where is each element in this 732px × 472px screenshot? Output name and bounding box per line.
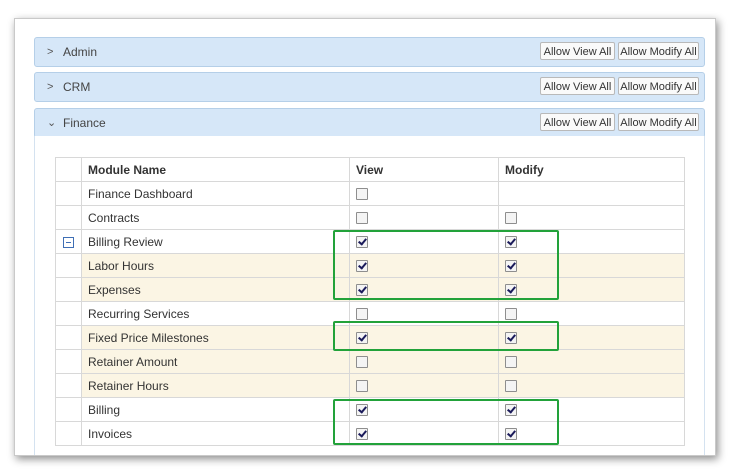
modify-checkbox[interactable] [505,332,517,345]
header-view: View [349,157,499,182]
permissions-table: Module Name View Modify Finance Dashboar… [55,157,685,446]
view-cell [349,373,499,398]
row-expand-cell [55,181,82,206]
row-expand-cell [55,373,82,398]
module-name-cell: Expenses [81,277,350,302]
module-name-cell: Recurring Services [81,301,350,326]
row-expand-cell [55,253,82,278]
view-cell [349,277,499,302]
section-title-finance: Finance [63,116,106,130]
module-name-cell: Billing Review [81,229,350,254]
table-row: Contracts [55,205,685,230]
module-name-cell: Contracts [81,205,350,230]
view-checkbox[interactable] [356,404,368,417]
header-module-name: Module Name [81,157,350,182]
view-cell [349,325,499,350]
modify-cell [498,325,685,350]
row-expand-cell [55,301,82,326]
table-header-row: Module Name View Modify [55,157,685,182]
table-row: Billing Review [55,229,685,254]
modify-checkbox[interactable] [505,380,517,393]
row-expand-cell [55,325,82,350]
module-name-cell: Fixed Price Milestones [81,325,350,350]
section-title-crm: CRM [63,80,91,94]
row-expand-cell [55,277,82,302]
table-row: Fixed Price Milestones [55,325,685,350]
table-row: Expenses [55,277,685,302]
module-name-cell: Finance Dashboard [81,181,350,206]
allow-modify-all-button-admin[interactable]: Allow Modify All [618,42,699,60]
modify-cell [498,205,685,230]
row-expand-cell [55,205,82,230]
view-checkbox[interactable] [356,236,368,249]
view-checkbox[interactable] [356,188,368,201]
view-cell [349,301,499,326]
table-row: Labor Hours [55,253,685,278]
allow-modify-all-button-crm[interactable]: Allow Modify All [618,77,699,95]
header-modify: Modify [498,157,685,182]
table-row: Retainer Hours [55,373,685,398]
view-checkbox[interactable] [356,308,368,321]
modify-checkbox[interactable] [505,356,517,369]
section-finance[interactable]: ⌄ Finance Allow View All Allow Modify Al… [34,108,705,138]
section-admin[interactable]: > Admin Allow View All Allow Modify All [34,37,705,67]
chevron-right-icon[interactable]: > [47,45,53,59]
collapse-minus-icon[interactable] [63,236,74,248]
view-checkbox[interactable] [356,356,368,369]
row-expand-cell [55,397,82,422]
modify-checkbox[interactable] [505,308,517,321]
table-row: Retainer Amount [55,349,685,374]
view-checkbox[interactable] [356,212,368,225]
allow-view-all-button-crm[interactable]: Allow View All [540,77,615,95]
row-expand-cell [55,421,82,446]
modify-cell [498,229,685,254]
view-cell [349,397,499,422]
table-row: Finance Dashboard [55,181,685,206]
view-cell [349,181,499,206]
modify-cell [498,181,685,206]
row-expand-cell [55,349,82,374]
modify-checkbox[interactable] [505,428,517,441]
view-checkbox[interactable] [356,428,368,441]
module-name-cell: Retainer Hours [81,373,350,398]
module-name-cell: Retainer Amount [81,349,350,374]
view-cell [349,421,499,446]
modify-cell [498,277,685,302]
section-title-admin: Admin [63,45,98,59]
module-name-cell: Invoices [81,421,350,446]
allow-view-all-button-admin[interactable]: Allow View All [540,42,615,60]
table-row: Recurring Services [55,301,685,326]
modify-checkbox[interactable] [505,404,517,417]
section-crm[interactable]: > CRM Allow View All Allow Modify All [34,72,705,102]
table-row: Invoices [55,421,685,446]
modify-checkbox[interactable] [505,236,517,249]
modify-cell [498,301,685,326]
modify-cell [498,373,685,398]
table-row: Billing [55,397,685,422]
modify-cell [498,421,685,446]
row-expand-cell [55,229,82,254]
allow-view-all-button-finance[interactable]: Allow View All [540,113,615,131]
header-expand [55,157,82,182]
modify-cell [498,349,685,374]
allow-modify-all-button-finance[interactable]: Allow Modify All [618,113,699,131]
module-name-cell: Billing [81,397,350,422]
chevron-down-icon[interactable]: ⌄ [47,116,56,130]
permissions-panel: > Admin Allow View All Allow Modify All … [14,18,716,456]
modify-cell [498,397,685,422]
view-checkbox[interactable] [356,332,368,345]
view-cell [349,205,499,230]
view-cell [349,229,499,254]
modify-checkbox[interactable] [505,284,517,297]
modify-checkbox[interactable] [505,212,517,225]
module-name-cell: Labor Hours [81,253,350,278]
modify-cell [498,253,685,278]
view-checkbox[interactable] [356,260,368,273]
modify-checkbox[interactable] [505,260,517,273]
view-cell [349,349,499,374]
view-checkbox[interactable] [356,380,368,393]
view-checkbox[interactable] [356,284,368,297]
chevron-right-icon[interactable]: > [47,80,53,94]
view-cell [349,253,499,278]
